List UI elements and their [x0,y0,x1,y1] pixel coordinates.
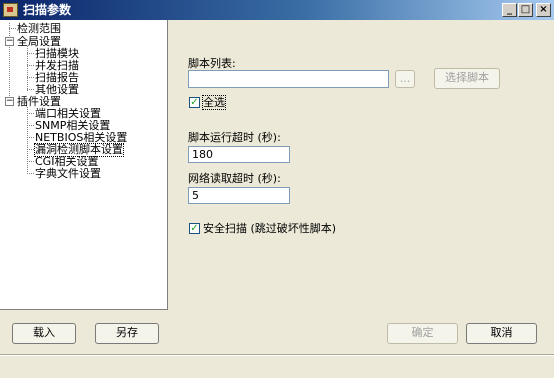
maximize-button[interactable]: □ [518,3,533,17]
dialog-client: − − 检测范围 全局设置 扫描模块 并发扫描 扫描报告 其他设置 插件设置 端… [0,20,554,378]
script-timeout-label: 脚本运行超时 (秒): [188,131,281,144]
tree-line [27,161,34,162]
tree-line [27,107,28,174]
tree-line [27,125,34,126]
select-all-checkbox[interactable]: ✓ [189,97,200,108]
tree-line [9,28,16,29]
close-button[interactable]: × [536,3,551,17]
tree-line [27,65,34,66]
ok-button[interactable]: 确定 [387,323,458,344]
script-timeout-input[interactable]: 180 [188,146,290,163]
maximize-icon: □ [520,4,531,15]
close-icon: × [539,4,548,15]
window-title: 扫描参数 [23,3,72,17]
tree-line [27,53,34,54]
safe-scan-label[interactable]: 安全扫描 (跳过破坏性脚本) [203,222,336,235]
app-icon [3,3,18,17]
script-list-label: 脚本列表: [188,57,236,70]
tree-collapse-global-icon[interactable]: − [5,37,14,46]
title-bar: 扫描参数 _ □ × [0,0,554,20]
tree-line [27,137,34,138]
check-icon: ✓ [190,97,199,108]
network-timeout-input[interactable]: 5 [188,187,290,204]
minus-icon: − [6,36,14,46]
script-list-field[interactable] [188,70,389,88]
save-as-button[interactable]: 另存 [95,323,159,344]
network-timeout-label: 网络读取超时 (秒): [188,172,281,185]
safe-scan-checkbox[interactable]: ✓ [189,223,200,234]
browse-button[interactable]: ... [395,70,415,88]
cancel-button[interactable]: 取消 [466,323,537,344]
tree-line [27,77,34,78]
select-all-label[interactable]: 全选 [202,95,226,110]
tree-line [27,173,34,174]
tree-line [27,149,34,150]
minimize-button[interactable]: _ [502,3,517,17]
tree-item-dictionary-settings[interactable]: 字典文件设置 [35,168,101,180]
footer-separator [0,354,554,356]
tree-line [27,89,34,90]
select-script-button[interactable]: 选择脚本 [434,68,500,89]
tree-line [27,113,34,114]
tree-line [9,23,10,102]
minimize-icon: _ [507,4,512,15]
check-icon: ✓ [190,223,199,234]
settings-panel: 脚本列表: ... 选择脚本 ✓ 全选 脚本运行超时 (秒): 180 网络读取… [169,20,554,310]
load-button[interactable]: 载入 [12,323,76,344]
tree-collapse-plugin-icon[interactable]: − [5,97,14,106]
settings-tree[interactable]: − − 检测范围 全局设置 扫描模块 并发扫描 扫描报告 其他设置 插件设置 端… [0,20,168,310]
minus-icon: − [6,96,14,106]
tree-item-scan-range[interactable]: 检测范围 [17,23,61,35]
